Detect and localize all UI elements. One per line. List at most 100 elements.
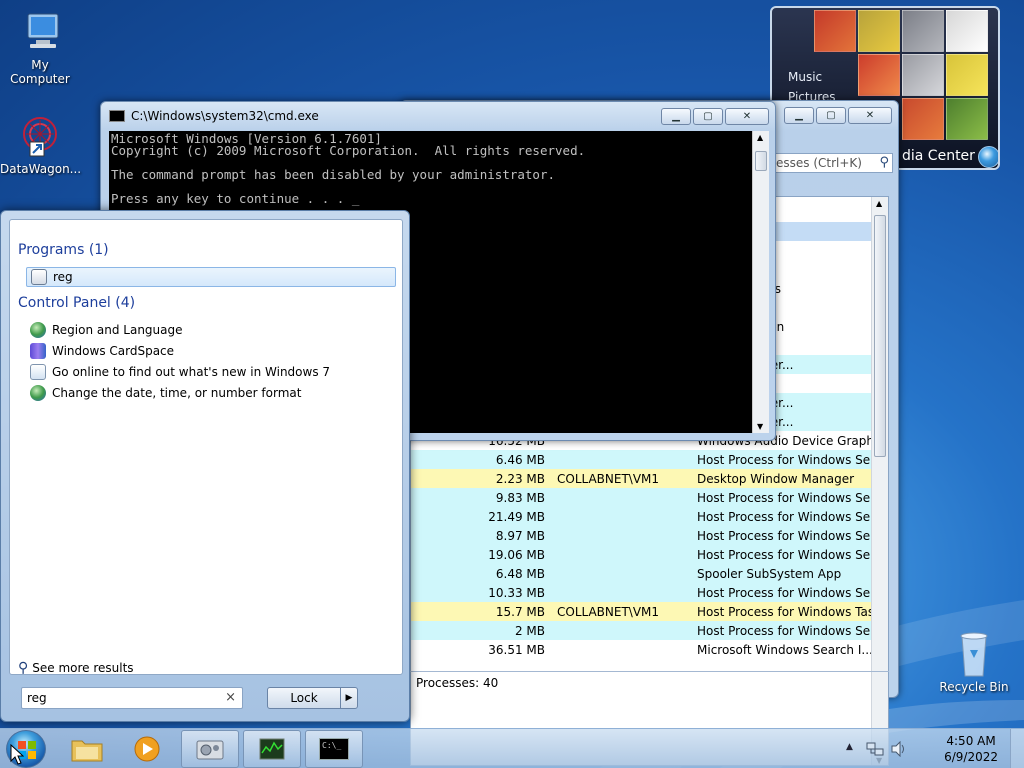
desktop-icon-recycle-bin[interactable]: Recycle Bin [934, 630, 1014, 694]
media-tile[interactable] [946, 98, 988, 140]
process-description: Spooler SubSystem App [697, 566, 842, 581]
task-manager-status-bar: Processes: 40 [410, 671, 889, 693]
process-row[interactable]: 6.46 MB Host Process for Windows Ser... [411, 450, 872, 469]
start-menu-results-panel: Programs (1) reg Control Panel (4) Regio… [9, 219, 403, 676]
search-icon: ⚲ [879, 155, 889, 170]
process-description: Microsoft Windows Search I... [697, 642, 871, 657]
task-manager-icon [259, 738, 285, 760]
process-user: COLLABNET\VM1 [557, 471, 660, 486]
cmd-scrollbar[interactable]: ▲ ▼ [752, 131, 769, 433]
maximize-button[interactable]: ▢ [816, 107, 846, 124]
process-row[interactable]: 21.49 MB Host Process for Windows Ser... [411, 507, 872, 526]
control-panel-item-cardspace[interactable]: Windows CardSpace [26, 341, 396, 361]
registry-editor-icon [31, 269, 47, 285]
minimize-button[interactable]: ▁ [661, 108, 691, 125]
datawagon-icon [16, 112, 64, 160]
process-description: Host Process for Windows Ser... [697, 585, 871, 600]
start-search-input[interactable] [22, 688, 212, 708]
control-panel-item-region[interactable]: Region and Language [26, 320, 396, 340]
media-tile[interactable] [858, 54, 900, 96]
console-line: The command prompt has been disabled by … [111, 167, 556, 182]
scroll-up-icon[interactable]: ▲ [757, 133, 763, 142]
taskbar: C:\_ ▲ 4:50 AM 6/9/2022 [0, 728, 1024, 768]
clear-search-icon[interactable]: × [225, 690, 236, 705]
desktop-icon-label: Recycle Bin [939, 680, 1009, 694]
document-icon [30, 364, 46, 380]
start-search-box[interactable]: × [21, 687, 243, 709]
show-desktop-button[interactable] [1010, 729, 1024, 768]
lock-options-arrow-icon[interactable]: ▶ [340, 687, 358, 709]
system-clock[interactable]: 4:50 AM 6/9/2022 [944, 733, 998, 765]
media-tile[interactable] [946, 54, 988, 96]
media-tile[interactable] [814, 10, 856, 52]
taskbar-task-manager-button[interactable] [243, 730, 301, 768]
process-row[interactable]: 19.06 MB Host Process for Windows Ser... [411, 545, 872, 564]
process-description: Host Process for Windows Ser... [697, 490, 871, 505]
see-more-results-link[interactable]: ⚲ See more results [18, 660, 134, 676]
program-item-reg[interactable]: reg [26, 267, 396, 287]
minimize-icon: ▁ [795, 110, 803, 121]
minimize-icon: ▁ [672, 111, 680, 122]
control-panel-item-label: Change the date, time, or number format [52, 386, 302, 400]
control-panel-item-label: Windows CardSpace [52, 344, 175, 358]
scrollbar-thumb[interactable] [874, 215, 886, 457]
process-memory: 9.83 MB [495, 490, 545, 505]
taskbar-control-panel-button[interactable] [181, 730, 239, 768]
tray-expand-icon[interactable]: ▲ [846, 742, 853, 752]
control-panel-header[interactable]: Control Panel (4) [18, 295, 135, 311]
task-manager-search-input[interactable]: esses (Ctrl+K) ⚲ [771, 153, 893, 173]
media-tile[interactable] [902, 98, 944, 140]
process-row[interactable]: 15.7 MB COLLABNET\VM1 Host Process for Win… [411, 602, 872, 621]
process-row[interactable]: 2.23 MB COLLABNET\VM1 Desktop Window Manag… [411, 469, 872, 488]
process-memory: 19.06 MB [488, 547, 545, 562]
close-button[interactable]: ✕ [848, 107, 892, 124]
control-panel-item-label: Go online to find out what's new in Wind… [52, 365, 331, 379]
process-row[interactable]: 2 MB Host Process for Windows Ser... [411, 621, 872, 640]
process-row[interactable]: 6.48 MB Spooler SubSystem App [411, 564, 872, 583]
desktop-icon-my-computer[interactable]: My Computer [0, 8, 80, 86]
process-memory: 6.48 MB [495, 566, 545, 581]
taskbar-cmd-button[interactable]: C:\_ [305, 730, 363, 768]
clock-time: 4:50 AM [946, 734, 996, 748]
close-button[interactable]: ✕ [725, 108, 769, 125]
process-description: Host Process for Windows Ser... [697, 547, 871, 562]
minimize-button[interactable]: ▁ [784, 107, 814, 124]
cmd-icon-glyph: C:\_ [322, 741, 342, 750]
cmd-window-title: C:\Windows\system32\cmd.exe [131, 109, 319, 123]
volume-icon[interactable] [890, 741, 908, 757]
media-tile[interactable] [858, 10, 900, 52]
network-icon[interactable] [866, 741, 884, 757]
process-row[interactable]: 36.51 MB Microsoft Windows Search I... [411, 640, 872, 659]
taskbar-explorer-button[interactable] [58, 730, 116, 768]
media-center-music[interactable]: Music [788, 70, 822, 84]
globe-icon [30, 322, 46, 338]
process-description: Host Process for Windows Ser... [697, 452, 871, 467]
windows-orb-icon [978, 146, 998, 168]
magnifier-icon: ⚲ [18, 660, 29, 676]
globe-icon [30, 385, 46, 401]
process-user: COLLABNET\VM1 [557, 604, 660, 619]
computer-icon [16, 8, 64, 56]
control-panel-item-date-format[interactable]: Change the date, time, or number format [26, 383, 396, 403]
control-panel-item-whats-new[interactable]: Go online to find out what's new in Wind… [26, 362, 396, 382]
console-line: Press any key to continue . . . _ [111, 191, 360, 206]
process-row[interactable]: 9.83 MB Host Process for Windows Ser... [411, 488, 872, 507]
maximize-button[interactable]: ▢ [693, 108, 723, 125]
clock-date: 6/9/2022 [944, 750, 998, 764]
scroll-up-icon[interactable]: ▲ [876, 199, 882, 208]
media-tile[interactable] [902, 54, 944, 96]
taskbar-media-player-button[interactable] [118, 730, 176, 768]
desktop-icon-datawagon[interactable]: DataWagon... [0, 112, 81, 176]
process-memory: 2.23 MB [495, 471, 545, 486]
lock-button[interactable]: Lock [267, 687, 341, 709]
cmd-icon [109, 110, 125, 122]
media-tile[interactable] [902, 10, 944, 52]
scrollbar-thumb[interactable] [755, 151, 767, 171]
process-row[interactable]: 8.97 MB Host Process for Windows Ser... [411, 526, 872, 545]
scroll-down-icon[interactable]: ▼ [757, 422, 763, 431]
media-center-title: dia Center [902, 148, 975, 164]
process-memory: 2 MB [514, 623, 545, 638]
programs-header[interactable]: Programs (1) [18, 242, 109, 258]
process-row[interactable]: 10.33 MB Host Process for Windows Ser... [411, 583, 872, 602]
media-tile[interactable] [946, 10, 988, 52]
